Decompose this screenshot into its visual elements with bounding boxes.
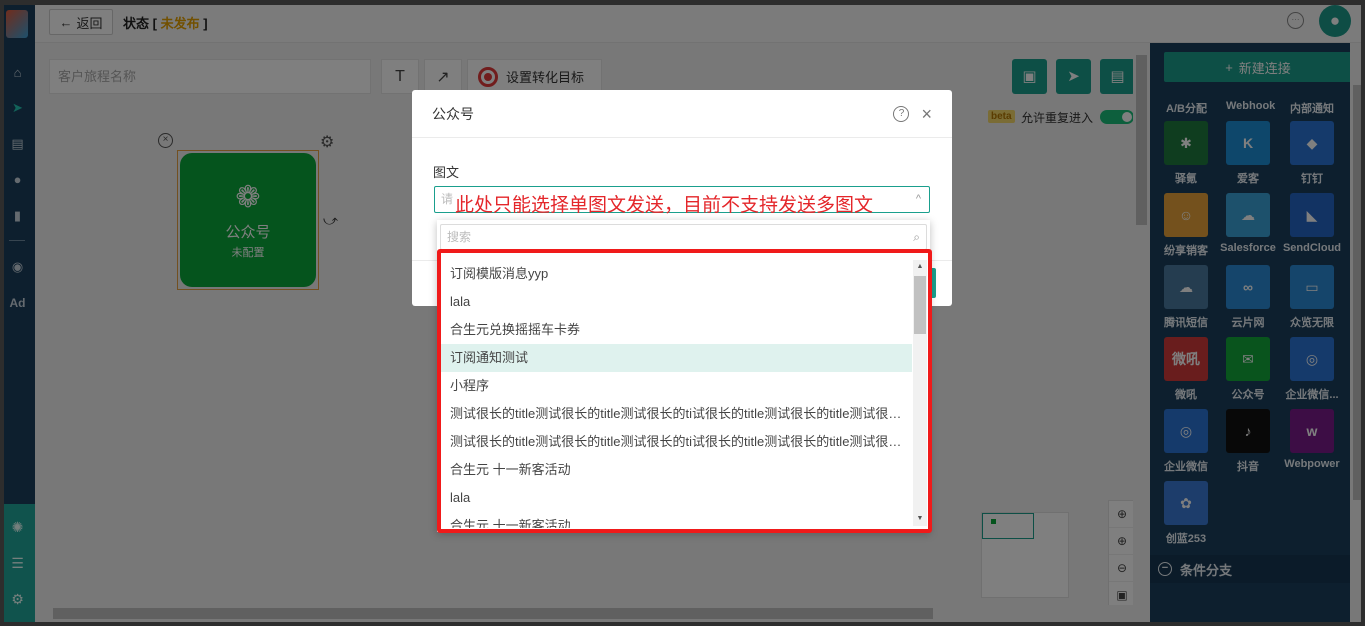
annotation-text: 此处只能选择单图文发送，目前不支持发送多图文 <box>455 194 874 216</box>
dropdown-option[interactable]: 合生元 十一新客活动 <box>440 456 912 484</box>
article-select-placeholder: 请 <box>441 192 454 206</box>
dropdown-option[interactable]: 订阅通知测试 <box>440 344 912 372</box>
chevron-up-icon: ^ <box>915 193 921 205</box>
dropdown-option[interactable]: 合生元兑换摇摇车卡券 <box>440 316 912 344</box>
dropdown-search-placeholder: 搜索 <box>447 230 472 244</box>
scroll-thumb[interactable] <box>914 276 926 334</box>
search-icon: ⌕ <box>913 230 920 244</box>
dropdown-list: 订阅模版消息yyp lala 合生元兑换摇摇车卡券 订阅通知测试 小程序 测试很长的tit… <box>440 260 912 528</box>
dropdown-option[interactable]: lala <box>440 288 912 316</box>
dialog-header: 公众号 ? × <box>412 90 952 138</box>
article-dropdown: 搜索 ⌕ 订阅模版消息yyp lala 合生元兑换摇摇车卡券 订阅通知测试 小程序 测试很… <box>437 220 930 532</box>
close-icon[interactable]: × <box>921 105 932 123</box>
dialog-title: 公众号 <box>432 105 474 122</box>
dropdown-option[interactable]: lala <box>440 484 912 512</box>
article-field-label: 图文 <box>433 165 460 180</box>
help-icon[interactable]: ? <box>893 105 910 122</box>
dropdown-option[interactable]: 订阅模版消息yyp <box>440 260 912 288</box>
scroll-down-icon[interactable]: ▼ <box>913 512 927 526</box>
dropdown-scrollbar[interactable]: ▲ ▼ <box>913 260 927 526</box>
dropdown-option[interactable]: 测试很长的title测试很长的title测试很长的ti试很长的title测试很长… <box>440 400 912 428</box>
scroll-up-icon[interactable]: ▲ <box>913 260 927 274</box>
dropdown-option[interactable]: 测试很长的title测试很长的title测试很长的ti试很长的title测试很长… <box>440 428 912 456</box>
dropdown-option[interactable]: 合生元 十一新客活动 <box>440 512 912 528</box>
dropdown-search-input[interactable]: 搜索 ⌕ <box>440 224 927 250</box>
dropdown-option[interactable]: 小程序 <box>440 372 912 400</box>
